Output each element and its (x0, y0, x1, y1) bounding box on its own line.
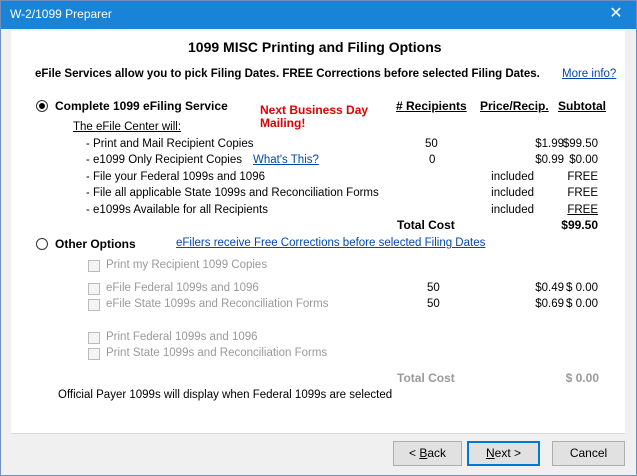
subtotal-value: $0.00 (569, 154, 598, 166)
efile-center-label: The eFile Center will: (73, 121, 182, 133)
close-icon[interactable]: ✕ (596, 1, 636, 29)
back-arrow: < (408, 446, 420, 460)
subtotal-value: FREE (567, 187, 598, 199)
price-value: included (491, 171, 534, 183)
title-bar: W-2/1099 Preparer ✕ (1, 1, 636, 29)
print-state-label: Print State 1099s and Reconciliation For… (106, 347, 328, 359)
subtotal-value: $ 0.00 (566, 282, 598, 294)
total-cost-value: $99.50 (561, 218, 598, 232)
recipients-value: 50 (427, 282, 440, 294)
dialog-window: W-2/1099 Preparer ✕ 1099 MISC Printing a… (0, 0, 637, 476)
more-info-link[interactable]: More info? (562, 68, 616, 80)
recipients-column-header: # Recipients (396, 99, 467, 113)
print-federal-label: Print Federal 1099s and 1096 (106, 331, 258, 343)
subtotal-value: $ 0.00 (566, 298, 598, 310)
window-title: W-2/1099 Preparer (10, 7, 112, 21)
list-item: - File all applicable State 1099s and Re… (86, 187, 379, 199)
efile-state-checkbox[interactable] (88, 299, 100, 311)
efile-federal-label: eFile Federal 1099s and 1096 (106, 282, 259, 294)
page-title: 1099 MISC Printing and Filing Options (188, 39, 442, 55)
next-label-rest: ext > (494, 446, 522, 460)
list-item: - Print and Mail Recipient Copies (86, 138, 254, 150)
print-federal-checkbox[interactable] (88, 332, 100, 344)
efile-info-text: eFile Services allow you to pick Filing … (35, 68, 540, 80)
print-recipient-checkbox[interactable] (88, 260, 100, 272)
other-total-cost-label: Total Cost (397, 371, 455, 385)
price-column-header: Price/Recip. (480, 99, 549, 113)
complete-efiling-label[interactable]: Complete 1099 eFiling Service (55, 99, 228, 113)
divider (11, 433, 625, 434)
back-button[interactable]: < Back (393, 441, 462, 466)
cancel-button[interactable]: Cancel (552, 441, 625, 466)
back-label-rest: ack (427, 446, 447, 460)
efile-federal-checkbox[interactable] (88, 283, 100, 295)
complete-efiling-radio[interactable] (36, 100, 48, 112)
subtotal-column-header: Subtotal (558, 99, 606, 113)
other-total-cost-value: $ 0.00 (565, 371, 599, 385)
list-item: - e1099 Only Recipient Copies (86, 154, 242, 166)
other-options-label[interactable]: Other Options (55, 237, 136, 251)
next-accelerator: N (485, 446, 495, 460)
list-item: - File your Federal 1099s and 1096 (86, 171, 265, 183)
print-recipient-label: Print my Recipient 1099 Copies (106, 259, 268, 271)
price-value: included (491, 204, 534, 216)
other-options-radio[interactable] (36, 238, 48, 250)
subtotal-value: FREE (567, 171, 598, 183)
promo-line-2: Mailing! (260, 116, 306, 130)
whats-this-link[interactable]: What's This? (253, 154, 319, 166)
efilers-corrections-link[interactable]: eFilers receive Free Corrections before … (176, 237, 485, 249)
recipients-value: 50 (427, 298, 440, 310)
subtotal-value: FREE (567, 204, 598, 216)
recipients-value: 50 (425, 138, 438, 150)
options-panel: 1099 MISC Printing and Filing Options eF… (11, 31, 625, 433)
total-cost-label: Total Cost (397, 218, 455, 232)
next-button[interactable]: Next > (467, 441, 540, 466)
payer-footnote: Official Payer 1099s will display when F… (58, 389, 393, 401)
efile-state-label: eFile State 1099s and Reconciliation For… (106, 298, 329, 310)
recipients-value: 0 (429, 154, 436, 166)
print-state-checkbox[interactable] (88, 348, 100, 360)
price-value: included (491, 187, 534, 199)
list-item: - e1099s Available for all Recipients (86, 204, 268, 216)
subtotal-value: $99.50 (562, 138, 598, 150)
